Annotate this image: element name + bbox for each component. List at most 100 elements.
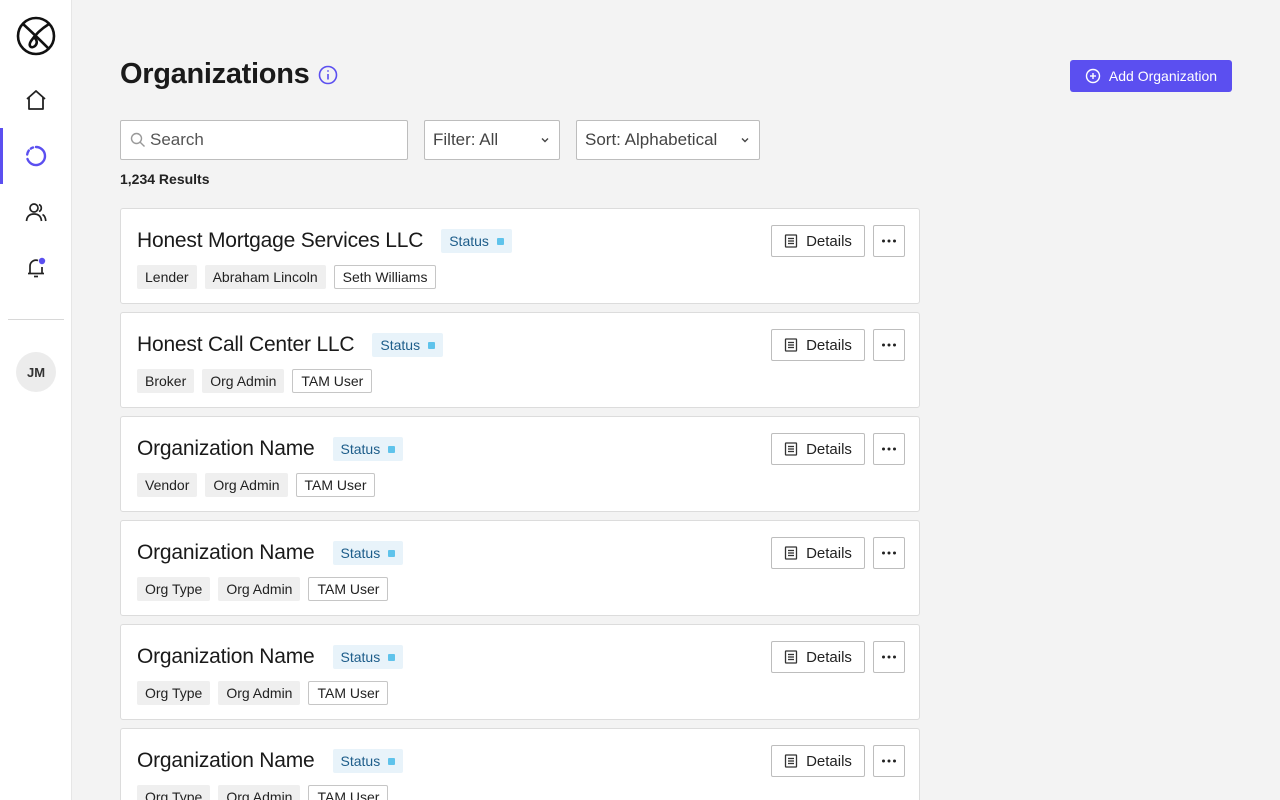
details-button[interactable]: Details xyxy=(771,433,865,465)
details-label: Details xyxy=(806,336,852,354)
add-circle-icon xyxy=(1085,68,1101,84)
sidebar: JM xyxy=(0,0,72,800)
ellipsis-icon xyxy=(882,343,896,347)
sidebar-item-home[interactable] xyxy=(0,72,72,128)
details-button[interactable]: Details xyxy=(771,225,865,257)
sidebar-item-users[interactable] xyxy=(0,184,72,240)
sort-select-label: Sort: Alphabetical xyxy=(585,130,718,149)
add-organization-label: Add Organization xyxy=(1108,68,1218,84)
organization-card: Organization Name Status Org Type Org Ad… xyxy=(120,624,920,720)
org-admin-tag: Org Admin xyxy=(202,369,285,393)
tag-list: Org Type Org Admin TAM User xyxy=(137,785,389,800)
org-type-tag: Org Type xyxy=(137,577,211,601)
tam-user-tag: TAM User xyxy=(292,369,373,393)
more-options-button[interactable] xyxy=(873,745,905,777)
search-input[interactable] xyxy=(150,130,390,150)
tag-list: Vendor Org Admin TAM User xyxy=(137,473,376,497)
document-icon xyxy=(784,650,798,664)
filter-select[interactable]: Filter: All xyxy=(424,120,560,160)
organization-card: Organization Name Status Org Type Org Ad… xyxy=(120,728,920,800)
status-label: Status xyxy=(340,545,381,561)
org-admin-tag: Org Admin xyxy=(205,473,288,497)
sort-select[interactable]: Sort: Alphabetical xyxy=(576,120,760,160)
loading-circle-icon xyxy=(26,145,47,167)
search-field[interactable] xyxy=(120,120,408,160)
status-label: Status xyxy=(340,649,381,665)
organization-card: Honest Mortgage Services LLC Status Lend… xyxy=(120,208,920,304)
organization-name[interactable]: Organization Name xyxy=(137,749,315,773)
status-dot-icon xyxy=(388,757,396,765)
organization-card: Organization Name Status Vendor Org Admi… xyxy=(120,416,920,512)
organization-name[interactable]: Organization Name xyxy=(137,645,315,669)
page-title: Organizations xyxy=(120,58,310,90)
status-dot-icon xyxy=(388,445,396,453)
tam-user-tag: TAM User xyxy=(308,785,389,800)
more-options-button[interactable] xyxy=(873,433,905,465)
ellipsis-icon xyxy=(882,759,896,763)
org-admin-tag: Org Admin xyxy=(218,577,301,601)
organization-card: Honest Call Center LLC Status Broker Org… xyxy=(120,312,920,408)
org-admin-tag: Org Admin xyxy=(218,681,301,705)
details-label: Details xyxy=(806,648,852,666)
status-label: Status xyxy=(340,441,381,457)
info-icon[interactable] xyxy=(318,65,338,85)
status-badge: Status xyxy=(332,749,404,773)
tam-user-tag: Seth Williams xyxy=(333,265,437,289)
more-options-button[interactable] xyxy=(873,641,905,673)
org-admin-tag: Abraham Lincoln xyxy=(204,265,326,289)
tam-user-tag: TAM User xyxy=(308,681,389,705)
tag-list: Org Type Org Admin TAM User xyxy=(137,681,389,705)
organization-name[interactable]: Organization Name xyxy=(137,437,315,461)
organization-name[interactable]: Organization Name xyxy=(137,541,315,565)
details-button[interactable]: Details xyxy=(771,641,865,673)
document-icon xyxy=(784,338,798,352)
avatar[interactable]: JM xyxy=(16,352,56,392)
sidebar-item-notifications[interactable] xyxy=(0,240,72,296)
add-organization-button[interactable]: Add Organization xyxy=(1070,60,1232,92)
status-badge: Status xyxy=(441,229,512,253)
details-button[interactable]: Details xyxy=(771,537,865,569)
users-icon xyxy=(25,203,47,222)
document-icon xyxy=(784,546,798,560)
more-options-button[interactable] xyxy=(873,225,905,257)
document-icon xyxy=(784,234,798,248)
organization-name[interactable]: Honest Mortgage Services LLC xyxy=(137,229,423,253)
filter-select-label: Filter: All xyxy=(433,130,499,149)
organization-card: Organization Name Status Org Type Org Ad… xyxy=(120,520,920,616)
tam-user-tag: TAM User xyxy=(308,577,389,601)
search-icon xyxy=(130,132,145,147)
status-badge: Status xyxy=(332,541,404,565)
tag-list: Org Type Org Admin TAM User xyxy=(137,577,389,601)
ellipsis-icon xyxy=(882,447,896,451)
app-logo[interactable] xyxy=(0,8,72,64)
document-icon xyxy=(784,754,798,768)
tam-user-tag: TAM User xyxy=(295,473,376,497)
details-button[interactable]: Details xyxy=(771,745,865,777)
details-label: Details xyxy=(806,544,852,562)
home-icon xyxy=(26,90,46,110)
logo-icon xyxy=(16,16,56,56)
page-header: Organizations xyxy=(120,58,338,91)
ellipsis-icon xyxy=(882,551,896,555)
organization-name[interactable]: Honest Call Center LLC xyxy=(137,333,355,357)
org-type-tag: Org Type xyxy=(137,785,211,800)
details-label: Details xyxy=(806,752,852,770)
status-label: Status xyxy=(340,753,381,769)
results-count: 1,234 Results xyxy=(120,171,210,187)
status-label: Status xyxy=(380,337,421,353)
sidebar-divider xyxy=(8,319,64,320)
status-badge: Status xyxy=(372,333,444,357)
details-label: Details xyxy=(806,232,852,250)
sidebar-item-organizations[interactable] xyxy=(0,128,72,184)
status-dot-icon xyxy=(496,237,504,245)
ellipsis-icon xyxy=(882,239,896,243)
status-dot-icon xyxy=(428,341,436,349)
org-type-tag: Vendor xyxy=(137,473,198,497)
org-type-tag: Broker xyxy=(137,369,195,393)
more-options-button[interactable] xyxy=(873,537,905,569)
more-options-button[interactable] xyxy=(873,329,905,361)
details-button[interactable]: Details xyxy=(771,329,865,361)
ellipsis-icon xyxy=(882,655,896,659)
bell-icon xyxy=(28,257,46,278)
status-badge: Status xyxy=(332,645,404,669)
